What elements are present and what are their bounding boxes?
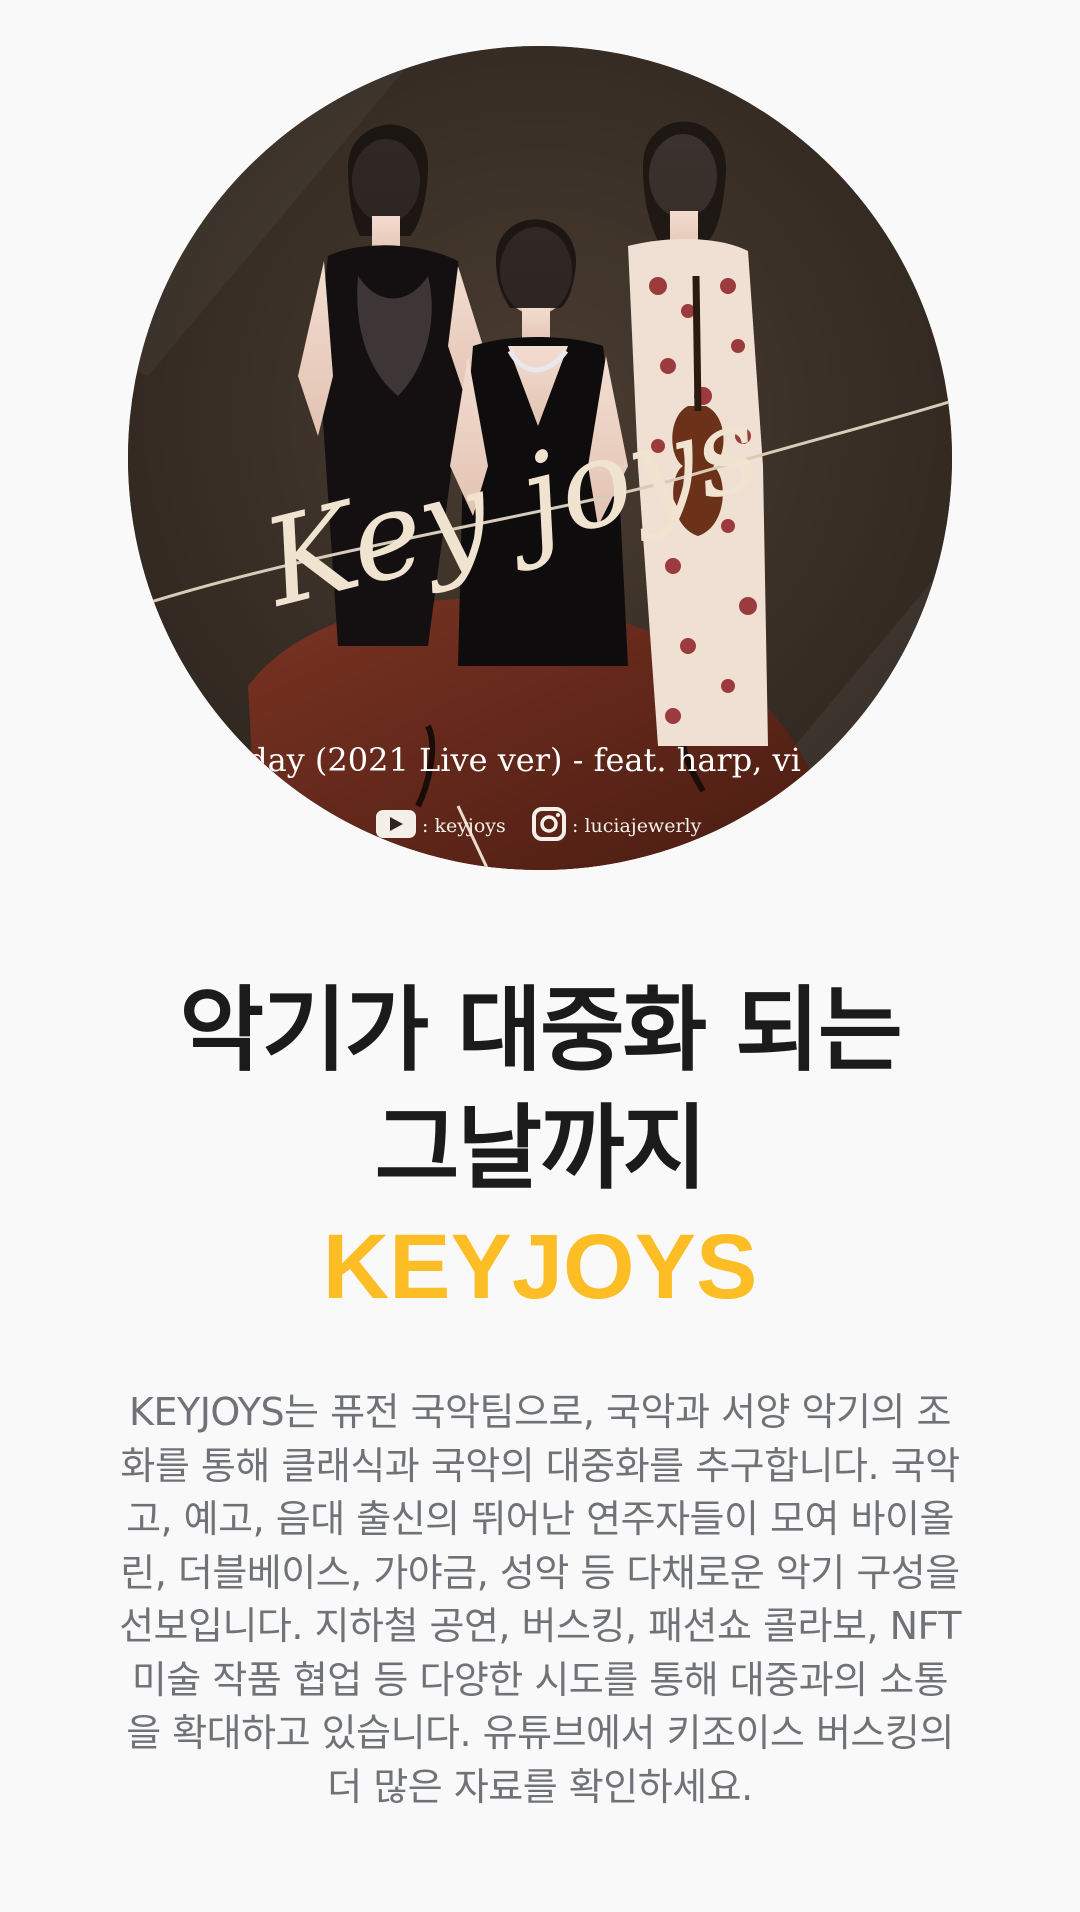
description-line: 미술 작품 협업 등 다양한 시도를 통해 대중과의 소통 (131, 1657, 949, 1702)
description-line: 고, 예고, 음대 출신의 뛰어난 연주자들이 모여 바이올 (126, 1497, 954, 1541)
description: KEYJOYS는 퓨전 국악팀으로, 국악과 서양 악기의 조 화를 통해 클래… (80, 1386, 1000, 1814)
description-line: 화를 통해 클래식과 국악의 대중화를 추구합니다. 국악 (120, 1443, 960, 1488)
description-line: 린, 더블베이스, 가야금, 성악 등 다채로운 악기 구성을 (120, 1550, 960, 1595)
brand-name: KEYJOYS (322, 1216, 758, 1318)
headline: 악기가 대중화 되는 그날까지 (0, 972, 1080, 1208)
youtube-handle: : keyjoys (422, 815, 506, 837)
description-line: 더 많은 자료를 확인하세요. (327, 1764, 753, 1809)
description-line: 선보입니다. 지하철 공연, 버스킹, 패션쇼 콜라보, NFT (119, 1604, 961, 1648)
youtube-icon (376, 810, 416, 838)
hero-image: Key joys e day (2021 Live ver) - feat. h… (128, 46, 952, 870)
headline-line: 악기가 대중화 되는 (179, 977, 902, 1084)
description-line: KEYJOYS는 퓨전 국악팀으로, 국악과 서양 악기의 조 (129, 1390, 951, 1434)
instagram-handle: : luciajewerly (572, 815, 702, 837)
video-caption: e day (2021 Live ver) - feat. harp, vi (218, 741, 801, 779)
headline-line: 그날까지 (374, 1095, 708, 1202)
description-line: 을 확대하고 있습니다. 유튜브에서 키조이스 버스킹의 (126, 1711, 954, 1755)
hero-illustration: Key joys e day (2021 Live ver) - feat. h… (128, 46, 952, 870)
